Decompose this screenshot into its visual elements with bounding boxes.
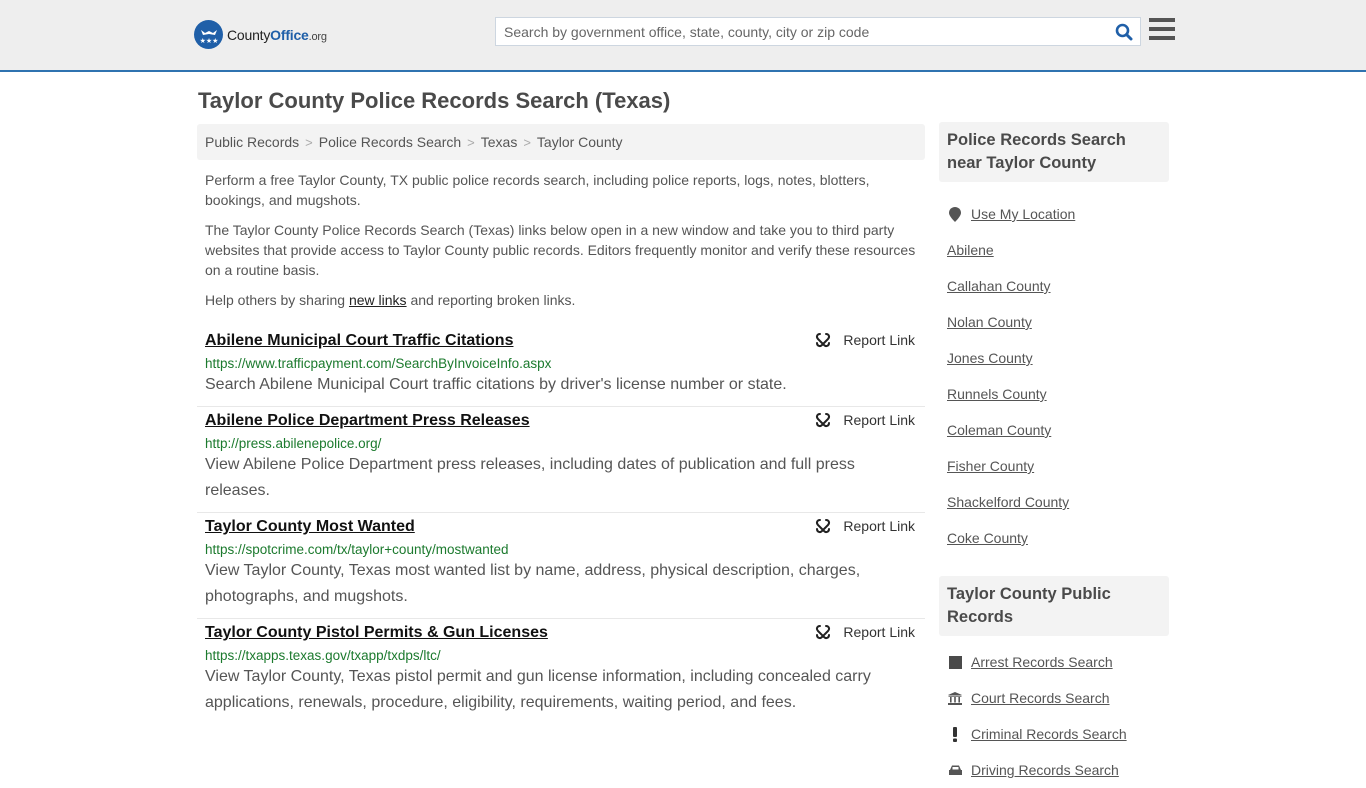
result-item: Abilene Police Department Press Releases… — [197, 407, 925, 513]
result-url[interactable]: https://www.trafficpayment.com/SearchByI… — [205, 356, 917, 371]
nearby-item: Runnels County — [939, 376, 1169, 412]
report-link-button[interactable]: Report Link — [815, 518, 915, 534]
broken-link-icon — [816, 519, 831, 534]
hamburger-menu-button[interactable] — [1149, 18, 1175, 42]
public-records-item: Court Records Search — [939, 680, 1169, 716]
nearby-heading: Police Records Search near Taylor County — [939, 122, 1169, 182]
search-button[interactable] — [1108, 18, 1140, 45]
svg-text:★★★: ★★★ — [199, 37, 218, 45]
broken-link-icon — [816, 333, 831, 348]
nearby-item: Abilene — [939, 232, 1169, 268]
criminal-records-link[interactable]: Criminal Records Search — [971, 726, 1127, 742]
nearby-link-callahan-county[interactable]: Callahan County — [947, 278, 1051, 294]
court-records-link[interactable]: Court Records Search — [971, 690, 1110, 706]
public-records-item: Driving Records Search — [939, 752, 1169, 788]
top-navigation-bar: ★★★ CountyOffice.org — [0, 0, 1366, 72]
nearby-item: Nolan County — [939, 304, 1169, 340]
map-marker-icon — [947, 206, 963, 222]
intro-text: Perform a free Taylor County, TX public … — [205, 170, 921, 320]
result-url[interactable]: http://press.abilenepolice.org/ — [205, 436, 917, 451]
nearby-item: Callahan County — [939, 268, 1169, 304]
site-logo[interactable]: ★★★ CountyOffice.org — [194, 20, 327, 49]
nearby-link-runnels-county[interactable]: Runnels County — [947, 386, 1047, 402]
driving-records-link[interactable]: Driving Records Search — [971, 762, 1119, 778]
public-records-item: Criminal Records Search — [939, 716, 1169, 752]
use-my-location-link[interactable]: Use My Location — [971, 206, 1075, 222]
nearby-item: Fisher County — [939, 448, 1169, 484]
breadcrumb-separator: > — [305, 134, 313, 150]
result-description: View Taylor County, Texas pistol permit … — [205, 668, 871, 711]
nearby-link-abilene[interactable]: Abilene — [947, 242, 994, 258]
nearby-item: Jones County — [939, 340, 1169, 376]
breadcrumb-public-records[interactable]: Public Records — [205, 134, 299, 150]
breadcrumb-police-records-search[interactable]: Police Records Search — [319, 134, 461, 150]
nearby-link-fisher-county[interactable]: Fisher County — [947, 458, 1034, 474]
search-input[interactable] — [496, 18, 1108, 45]
breadcrumb-separator: > — [467, 134, 475, 150]
exclamation-icon — [947, 726, 963, 742]
nearby-link-coke-county[interactable]: Coke County — [947, 530, 1028, 546]
public-records-item: Arrest Records Search — [939, 644, 1169, 680]
menu-bar — [1149, 18, 1175, 22]
nearby-item: Coke County — [939, 520, 1169, 556]
result-title-link[interactable]: Abilene Municipal Court Traffic Citation… — [205, 332, 513, 350]
nearby-link-shackelford-county[interactable]: Shackelford County — [947, 494, 1069, 510]
nearby-item: Coleman County — [939, 412, 1169, 448]
nearby-list: Use My Location Abilene Callahan County … — [939, 196, 1169, 556]
sidebar: Police Records Search near Taylor County… — [939, 122, 1169, 788]
courthouse-icon — [947, 691, 963, 705]
use-my-location-item: Use My Location — [939, 196, 1169, 232]
result-title-link[interactable]: Taylor County Most Wanted — [205, 518, 415, 536]
result-item: Abilene Municipal Court Traffic Citation… — [197, 327, 925, 407]
public-records-heading: Taylor County Public Records — [939, 576, 1169, 636]
result-description: View Abilene Police Department press rel… — [205, 456, 855, 499]
square-icon — [947, 655, 963, 669]
report-link-button[interactable]: Report Link — [815, 412, 915, 428]
result-item: Taylor County Most Wanted https://spotcr… — [197, 513, 925, 619]
eagle-stars-logo-icon: ★★★ — [194, 20, 223, 49]
new-links-link[interactable]: new links — [349, 292, 407, 308]
search-icon — [1115, 23, 1133, 40]
breadcrumb-separator: > — [523, 134, 531, 150]
nearby-link-jones-county[interactable]: Jones County — [947, 350, 1033, 366]
nearby-link-nolan-county[interactable]: Nolan County — [947, 314, 1032, 330]
nearby-link-coleman-county[interactable]: Coleman County — [947, 422, 1051, 438]
broken-link-icon — [816, 413, 831, 428]
result-url[interactable]: https://txapps.texas.gov/txapp/txdps/ltc… — [205, 648, 917, 663]
menu-bar — [1149, 27, 1175, 31]
site-search — [495, 17, 1141, 46]
public-records-list: Arrest Records Search Court Records Sear… — [939, 644, 1169, 788]
car-icon — [947, 764, 963, 777]
share-links-paragraph: Help others by sharing new links and rep… — [205, 292, 576, 308]
disclaimer-paragraph: The Taylor County Police Records Search … — [205, 222, 916, 278]
page-title: Taylor County Police Records Search (Tex… — [198, 88, 671, 113]
result-title-link[interactable]: Taylor County Pistol Permits & Gun Licen… — [205, 624, 548, 642]
report-link-button[interactable]: Report Link — [815, 624, 915, 640]
results-list: Abilene Municipal Court Traffic Citation… — [197, 327, 925, 724]
result-description: View Taylor County, Texas most wanted li… — [205, 562, 861, 605]
result-item: Taylor County Pistol Permits & Gun Licen… — [197, 619, 925, 724]
result-title-link[interactable]: Abilene Police Department Press Releases — [205, 412, 530, 430]
result-url[interactable]: https://spotcrime.com/tx/taylor+county/m… — [205, 542, 917, 557]
breadcrumb: Public Records > Police Records Search >… — [197, 124, 925, 160]
broken-link-icon — [816, 625, 831, 640]
logo-text: CountyOffice.org — [227, 26, 327, 43]
arrest-records-link[interactable]: Arrest Records Search — [971, 654, 1113, 670]
nearby-item: Shackelford County — [939, 484, 1169, 520]
breadcrumb-taylor-county[interactable]: Taylor County — [537, 134, 623, 150]
breadcrumb-texas[interactable]: Texas — [481, 134, 518, 150]
report-link-button[interactable]: Report Link — [815, 332, 915, 348]
result-description: Search Abilene Municipal Court traffic c… — [205, 376, 787, 393]
intro-paragraph: Perform a free Taylor County, TX public … — [205, 172, 870, 208]
menu-bar — [1149, 36, 1175, 40]
